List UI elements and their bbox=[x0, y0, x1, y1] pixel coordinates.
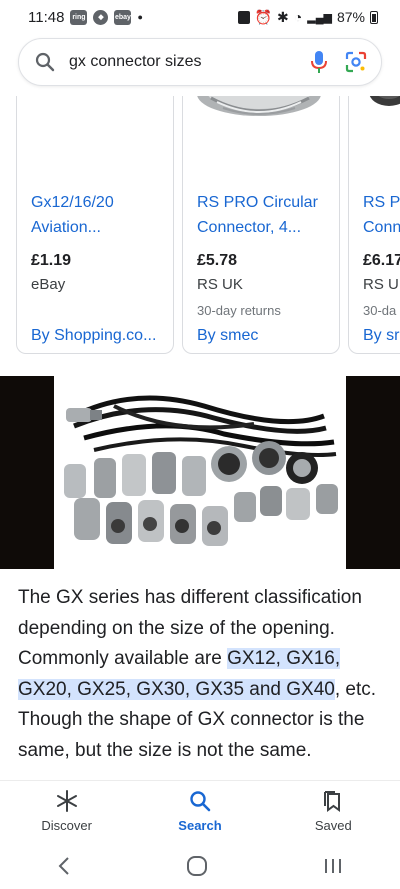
product-card[interactable]: Gx12/16/20 Aviation... £1.19 eBay By Sho… bbox=[16, 96, 174, 354]
bottom-navigation: Discover Search Saved bbox=[0, 780, 400, 842]
search-icon bbox=[35, 52, 55, 72]
product-source-link[interactable]: By Shopping.co... bbox=[31, 327, 159, 345]
alarm-icon: ⏰ bbox=[254, 8, 273, 25]
product-title[interactable]: RS PRO Circular Connector, 4... bbox=[197, 190, 325, 240]
search-bar[interactable]: gx connector sizes bbox=[18, 38, 382, 86]
product-image[interactable] bbox=[349, 96, 400, 170]
result-image[interactable] bbox=[0, 376, 400, 569]
product-store: RS UK bbox=[197, 276, 243, 293]
search-icon bbox=[190, 791, 211, 812]
product-returns: 30-da bbox=[363, 303, 397, 318]
product-title[interactable]: RS Pl Conn bbox=[363, 190, 400, 240]
featured-snippet-text: The GX series has different classificati… bbox=[18, 587, 377, 761]
product-price: £6.17 bbox=[363, 252, 400, 269]
battery-icon bbox=[370, 10, 378, 24]
system-navigation-bar bbox=[0, 842, 400, 889]
bluetooth-icon: ✱ bbox=[277, 8, 289, 25]
search-input[interactable]: gx connector sizes bbox=[69, 53, 311, 71]
connector-image bbox=[369, 96, 400, 106]
connector-photo bbox=[54, 376, 346, 569]
recent-apps-icon[interactable] bbox=[323, 857, 343, 875]
battery-percent: 87% bbox=[336, 9, 365, 25]
product-source-link[interactable]: By sr bbox=[363, 327, 400, 345]
nav-saved[interactable]: Saved bbox=[278, 790, 388, 833]
asterisk-icon bbox=[56, 790, 77, 812]
product-image[interactable] bbox=[17, 96, 173, 170]
product-returns: 30-day returns bbox=[197, 303, 281, 318]
nav-discover[interactable]: Discover bbox=[12, 790, 122, 833]
product-returns bbox=[31, 303, 159, 319]
product-title[interactable]: Gx12/16/20 Aviation... bbox=[31, 190, 159, 240]
home-icon[interactable] bbox=[186, 855, 208, 877]
product-source-link[interactable]: By smec bbox=[197, 327, 325, 345]
ring-app-icon: ring bbox=[70, 9, 88, 25]
lens-icon[interactable] bbox=[345, 51, 367, 73]
product-price: £5.78 bbox=[197, 252, 238, 269]
signal-icon: ▂▄▆ bbox=[307, 11, 332, 24]
product-store: eBay bbox=[31, 276, 66, 293]
product-card[interactable]: RS Pl Conn £6.17 RS UI 30-da By sr bbox=[348, 96, 400, 354]
wifi-icon: ◔ bbox=[293, 9, 303, 25]
back-icon[interactable] bbox=[57, 856, 71, 876]
product-carousel[interactable]: Gx12/16/20 Aviation... £1.19 eBay By Sho… bbox=[0, 96, 400, 358]
ebay-app-icon: ebay bbox=[114, 9, 132, 25]
product-image[interactable] bbox=[183, 96, 339, 170]
connector-image bbox=[197, 96, 321, 116]
nav-search[interactable]: Search bbox=[145, 790, 255, 833]
product-price: £1.19 bbox=[31, 252, 72, 269]
notification-dot-icon: ● bbox=[137, 12, 143, 22]
vpn-app-icon: ◆ bbox=[93, 9, 109, 25]
mic-icon[interactable] bbox=[311, 50, 327, 74]
bookmarks-icon bbox=[324, 791, 341, 812]
clock: 11:48 bbox=[28, 8, 65, 26]
status-bar: 11:48 ring ◆ ebay ● ⏰ ✱ ◔ ▂▄▆ 87% bbox=[0, 0, 400, 34]
lock-icon bbox=[237, 10, 250, 24]
product-store: RS UI bbox=[363, 276, 400, 293]
product-card[interactable]: RS PRO Circular Connector, 4... £5.78 RS… bbox=[182, 96, 340, 354]
